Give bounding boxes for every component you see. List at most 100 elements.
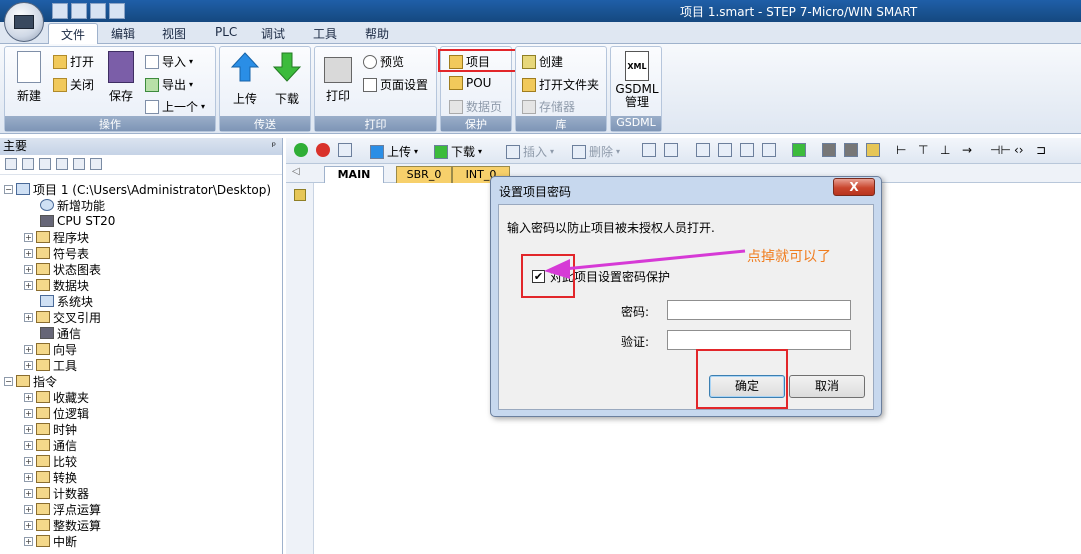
tree-item-program-block[interactable]: + 程序块 xyxy=(24,229,89,245)
library-create-button[interactable]: 创建 xyxy=(522,53,563,70)
tree-item-compare[interactable]: + 比较 xyxy=(24,453,77,469)
lock-icon-1[interactable] xyxy=(822,143,836,157)
view-icon-1[interactable] xyxy=(5,158,17,170)
cancel-button[interactable]: 取消 xyxy=(789,375,865,398)
tree-item-data-block[interactable]: + 数据块 xyxy=(24,277,89,293)
tree-item-cpu[interactable]: CPU ST20 xyxy=(40,213,115,229)
toolbar-icon-g[interactable] xyxy=(792,143,806,157)
expand-icon[interactable]: + xyxy=(24,248,33,258)
lock-icon-2[interactable] xyxy=(844,143,858,157)
tree-item-wizard[interactable]: + 向导 xyxy=(24,341,77,357)
tree-item-interrupt[interactable]: + 中断 xyxy=(24,533,77,549)
ok-button[interactable]: 确定 xyxy=(709,375,785,398)
tree-item-symbol-table[interactable]: + 符号表 xyxy=(24,245,89,261)
lock-icon-3[interactable] xyxy=(866,143,880,157)
expand-icon[interactable]: + xyxy=(24,504,33,514)
pou-protect-button[interactable]: POU xyxy=(449,76,491,90)
expand-icon[interactable]: + xyxy=(24,232,33,242)
coil-icon[interactable]: ‹› xyxy=(1014,143,1024,157)
upload-button[interactable]: 上传 xyxy=(228,51,262,107)
delete-button[interactable]: 删除 ▾ xyxy=(572,143,620,160)
open-folder-button[interactable]: 打开文件夹 xyxy=(522,76,599,93)
tab-sbr0[interactable]: SBR_0 xyxy=(396,166,452,183)
project-protect-button[interactable]: 项目 xyxy=(449,53,490,70)
import-button[interactable]: 导入 ▾ xyxy=(145,53,193,70)
new-button[interactable]: 新建 xyxy=(11,51,47,104)
menu-plc[interactable]: PLC xyxy=(215,25,237,39)
tree-item-communication[interactable]: 通信 xyxy=(40,325,81,341)
toolbar-icon-b[interactable] xyxy=(664,143,678,157)
tree-item-convert[interactable]: + 转换 xyxy=(24,469,77,485)
tree-item-float-math[interactable]: + 浮点运算 xyxy=(24,501,101,517)
expand-icon[interactable]: + xyxy=(24,536,33,546)
collapse-icon[interactable]: − xyxy=(4,376,13,386)
tree-item-counter[interactable]: + 计数器 xyxy=(24,485,89,501)
toolbar-icon-f[interactable] xyxy=(762,143,776,157)
view-icon-5[interactable] xyxy=(73,158,85,170)
compile-button[interactable] xyxy=(338,143,352,157)
expand-icon[interactable]: + xyxy=(24,440,33,450)
dialog-close-button[interactable]: X xyxy=(833,178,875,196)
close-button[interactable]: 关闭 xyxy=(53,76,94,93)
menu-view[interactable]: 视图 xyxy=(162,25,186,42)
tree-item-favorites[interactable]: + 收藏夹 xyxy=(24,389,89,405)
toolbar-icon-d[interactable] xyxy=(718,143,732,157)
tab-scroll-left-icon[interactable]: ◁ xyxy=(292,166,300,177)
previous-button[interactable]: 上一个 ▾ xyxy=(145,98,205,115)
expand-icon[interactable]: + xyxy=(24,344,33,354)
toolbar-upload-button[interactable]: 上传 ▾ xyxy=(370,143,418,160)
expand-icon[interactable]: + xyxy=(24,264,33,274)
box-icon[interactable]: ⊐ xyxy=(1036,143,1046,157)
page-setup-button[interactable]: 页面设置 xyxy=(363,76,428,93)
verify-input[interactable] xyxy=(667,330,851,350)
expand-icon[interactable]: + xyxy=(24,312,33,322)
tree-item-whats-new[interactable]: 新增功能 xyxy=(40,197,105,213)
tree-item-system-block[interactable]: 系统块 xyxy=(40,293,93,309)
ladder-up-icon[interactable]: ⊥ xyxy=(940,143,950,157)
menu-debug[interactable]: 调试 xyxy=(261,25,285,42)
view-icon-2[interactable] xyxy=(22,158,34,170)
tree-item-clock[interactable]: + 时钟 xyxy=(24,421,77,437)
expand-icon[interactable]: + xyxy=(24,280,33,290)
tree-item-tools[interactable]: + 工具 xyxy=(24,357,77,373)
data-page-protect-button[interactable]: 数据页 xyxy=(449,98,502,115)
menu-file[interactable]: 文件 xyxy=(48,23,99,44)
collapse-icon[interactable]: − xyxy=(4,184,13,194)
expand-icon[interactable]: + xyxy=(24,392,33,402)
menu-help[interactable]: 帮助 xyxy=(365,25,389,42)
run-button[interactable] xyxy=(294,143,308,157)
preview-button[interactable]: 预览 xyxy=(363,53,404,70)
menu-edit[interactable]: 编辑 xyxy=(111,25,135,42)
save-button[interactable]: 保存 xyxy=(105,51,137,104)
expand-icon[interactable]: + xyxy=(24,472,33,482)
toolbar-icon-c[interactable] xyxy=(696,143,710,157)
toolbar-download-button[interactable]: 下载 ▾ xyxy=(434,143,482,160)
export-button[interactable]: 导出 ▾ xyxy=(145,76,193,93)
tab-main[interactable]: MAIN xyxy=(324,166,384,183)
tree-item-project[interactable]: − 项目 1 (C:\Users\Administrator\Desktop) xyxy=(4,181,271,197)
tree-item-instructions[interactable]: − 指令 xyxy=(4,373,57,389)
toolbar-icon-a[interactable] xyxy=(642,143,656,157)
expand-icon[interactable]: + xyxy=(24,360,33,370)
tree-item-bit-logic[interactable]: + 位逻辑 xyxy=(24,405,89,421)
new-file-icon[interactable] xyxy=(52,3,68,19)
save-icon[interactable] xyxy=(90,3,106,19)
view-icon-4[interactable] xyxy=(56,158,68,170)
ladder-line-icon[interactable]: → xyxy=(962,143,972,157)
tree-item-communication-instr[interactable]: + 通信 xyxy=(24,437,77,453)
ladder-branch-icon[interactable]: ⊢ xyxy=(896,143,906,157)
open-button[interactable]: 打开 xyxy=(53,53,94,70)
print-icon[interactable] xyxy=(109,3,125,19)
insert-button[interactable]: 插入 ▾ xyxy=(506,143,554,160)
expand-icon[interactable]: + xyxy=(24,520,33,530)
tree-item-cross-reference[interactable]: + 交叉引用 xyxy=(24,309,101,325)
view-icon-3[interactable] xyxy=(39,158,51,170)
open-folder-icon[interactable] xyxy=(71,3,87,19)
expand-icon[interactable]: + xyxy=(24,488,33,498)
view-icon-6[interactable] xyxy=(90,158,102,170)
stop-button[interactable] xyxy=(316,143,330,157)
contact-icon[interactable]: ⊣⊢ xyxy=(990,143,1011,157)
menu-tools[interactable]: 工具 xyxy=(313,25,337,42)
download-button[interactable]: 下载 xyxy=(270,51,304,107)
memory-button[interactable]: 存储器 xyxy=(522,98,575,115)
